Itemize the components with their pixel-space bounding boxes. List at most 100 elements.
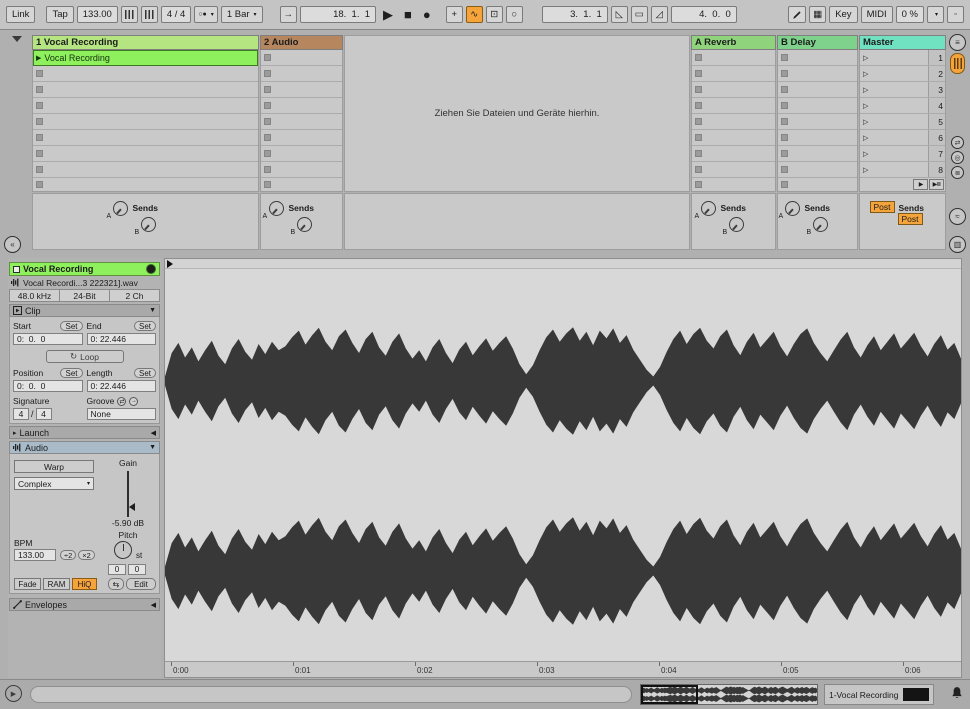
- current-clip-indicator[interactable]: 1-Vocal Recording: [824, 684, 934, 705]
- send-b-knob[interactable]: [297, 217, 312, 232]
- automation-arm-button[interactable]: ∿: [466, 6, 483, 23]
- computer-midi-keyboard-button[interactable]: ▦: [809, 6, 826, 23]
- clip-slot[interactable]: [778, 114, 857, 130]
- punch-in-button[interactable]: ◺: [611, 6, 628, 23]
- set-start-button[interactable]: Set: [60, 321, 82, 331]
- return-a-stop-row[interactable]: [691, 178, 776, 192]
- fade-toggle[interactable]: Fade: [14, 578, 41, 590]
- draw-mode-button[interactable]: [788, 6, 806, 23]
- clip-slot[interactable]: [692, 162, 775, 178]
- fader-handle-icon[interactable]: [129, 503, 135, 511]
- send-a-knob[interactable]: [701, 201, 716, 216]
- start-marker-icon[interactable]: [167, 260, 173, 268]
- returns-toggle[interactable]: ≣: [951, 166, 964, 179]
- follow-button[interactable]: →: [280, 6, 298, 23]
- track-delay-toggle[interactable]: ≈: [949, 208, 966, 225]
- launch-section-header[interactable]: ▸ Launch ◀: [9, 426, 160, 439]
- clip-slot[interactable]: [261, 114, 342, 130]
- send-a-knob[interactable]: [269, 201, 284, 216]
- cpu-menu-button[interactable]: ▾: [927, 6, 944, 23]
- clip-slot[interactable]: [692, 130, 775, 146]
- play-button[interactable]: ▶: [379, 8, 397, 21]
- audio-section-header[interactable]: Audio ▼: [9, 441, 160, 454]
- stop-all-clips-button[interactable]: ▶: [913, 179, 928, 190]
- clip-slot[interactable]: [33, 66, 258, 82]
- scene-slot[interactable]: ▷6: [860, 130, 945, 146]
- edit-sample-button[interactable]: Edit: [126, 578, 156, 590]
- clip-slot[interactable]: [261, 82, 342, 98]
- sample-ruler[interactable]: [165, 259, 961, 269]
- end-value[interactable]: 0: 22.446: [87, 333, 157, 345]
- loop-start-field[interactable]: 3. 1. 1: [542, 6, 608, 23]
- mixer-toggle[interactable]: [950, 53, 965, 74]
- clip-slot[interactable]: [33, 82, 258, 98]
- clip-slot[interactable]: [261, 50, 342, 66]
- track-header-1[interactable]: 1 Vocal Recording: [32, 35, 259, 50]
- sends-toggle[interactable]: ◎: [951, 151, 964, 164]
- capture-midi-button[interactable]: ○: [506, 6, 523, 23]
- link-button[interactable]: Link: [6, 6, 35, 23]
- send-a-knob[interactable]: [113, 201, 128, 216]
- loop-toggle[interactable]: ↻ Loop: [46, 350, 124, 363]
- warp-mode-select[interactable]: Complex ▾: [14, 477, 94, 490]
- clip-slot[interactable]: [778, 50, 857, 66]
- clip-slot[interactable]: [33, 98, 258, 114]
- nudge-up-button[interactable]: [141, 6, 158, 23]
- scene-play-icon[interactable]: ▷: [863, 134, 868, 142]
- return-b-stop-row[interactable]: [777, 178, 858, 192]
- cpu-meter[interactable]: 0 %: [896, 6, 924, 23]
- clip-slot[interactable]: [778, 66, 857, 82]
- set-length-button[interactable]: Set: [134, 368, 156, 378]
- stereo-waveform[interactable]: [165, 269, 961, 661]
- scene-play-icon[interactable]: ▷: [863, 86, 868, 94]
- clip-slot[interactable]: [692, 114, 775, 130]
- send-b-knob[interactable]: [813, 217, 828, 232]
- scene-slot[interactable]: ▷1: [860, 50, 945, 66]
- quantization-menu[interactable]: 1 Bar▾: [221, 6, 263, 23]
- pitch-cents-value[interactable]: 0: [128, 564, 146, 575]
- loop-length-field[interactable]: 4. 0. 0: [671, 6, 737, 23]
- send-b-knob[interactable]: [729, 217, 744, 232]
- re-enable-automation-button[interactable]: ⊡: [486, 6, 503, 23]
- nudge-down-button[interactable]: [121, 6, 138, 23]
- bpm-value[interactable]: 133.00: [14, 549, 56, 561]
- clip-slot[interactable]: [692, 82, 775, 98]
- key-map-button[interactable]: Key: [829, 6, 857, 23]
- clip-slot[interactable]: [778, 162, 857, 178]
- midi-map-button[interactable]: MIDI: [861, 6, 893, 23]
- gain-value[interactable]: -5.90 dB: [98, 518, 158, 528]
- clip-slot[interactable]: [778, 82, 857, 98]
- clip-slot[interactable]: [692, 66, 775, 82]
- clip-status-icon[interactable]: [146, 264, 156, 274]
- groove-commit-button[interactable]: →: [129, 397, 138, 406]
- crossfader-toggle[interactable]: ▥: [949, 236, 966, 253]
- sample-display[interactable]: 0:000:010:020:030:040:050:06: [164, 258, 962, 678]
- tempo-field[interactable]: 133.00: [77, 6, 118, 23]
- clip-slot[interactable]: [692, 98, 775, 114]
- scene-play-icon[interactable]: ▷: [863, 70, 868, 78]
- clip-title-bar[interactable]: Vocal Recording: [9, 262, 160, 276]
- track1-stop-row[interactable]: [32, 178, 259, 192]
- show-info-view-toggle[interactable]: ▶: [5, 685, 22, 702]
- arrangement-position-field[interactable]: 18. 1. 1: [300, 6, 376, 23]
- clip-slot[interactable]: [33, 146, 258, 162]
- collapse-arrow-icon[interactable]: ◀: [151, 429, 156, 437]
- stop-button-square[interactable]: [264, 181, 271, 188]
- collapse-arrow-icon[interactable]: ▼: [149, 307, 156, 314]
- track2-stop-row[interactable]: [260, 178, 343, 192]
- clip-slot[interactable]: [261, 146, 342, 162]
- scene-play-icon[interactable]: ▷: [863, 118, 868, 126]
- stop-button-square[interactable]: [781, 181, 788, 188]
- collapse-session-toggle[interactable]: «: [4, 236, 21, 253]
- metronome-button[interactable]: ○●▾: [194, 6, 217, 23]
- stop-button[interactable]: ■: [400, 8, 416, 21]
- scene-slot[interactable]: ▷8: [860, 162, 945, 178]
- loop-toggle-button[interactable]: ▭: [631, 6, 648, 23]
- gain-fader[interactable]: [122, 471, 136, 517]
- collapse-arrow-icon[interactable]: ▼: [149, 444, 156, 451]
- half-tempo-button[interactable]: ÷2: [60, 550, 76, 560]
- clip-slot[interactable]: [261, 66, 342, 82]
- scene-slot[interactable]: ▷4: [860, 98, 945, 114]
- scene-slot[interactable]: ▷3: [860, 82, 945, 98]
- groove-select[interactable]: None: [87, 408, 157, 420]
